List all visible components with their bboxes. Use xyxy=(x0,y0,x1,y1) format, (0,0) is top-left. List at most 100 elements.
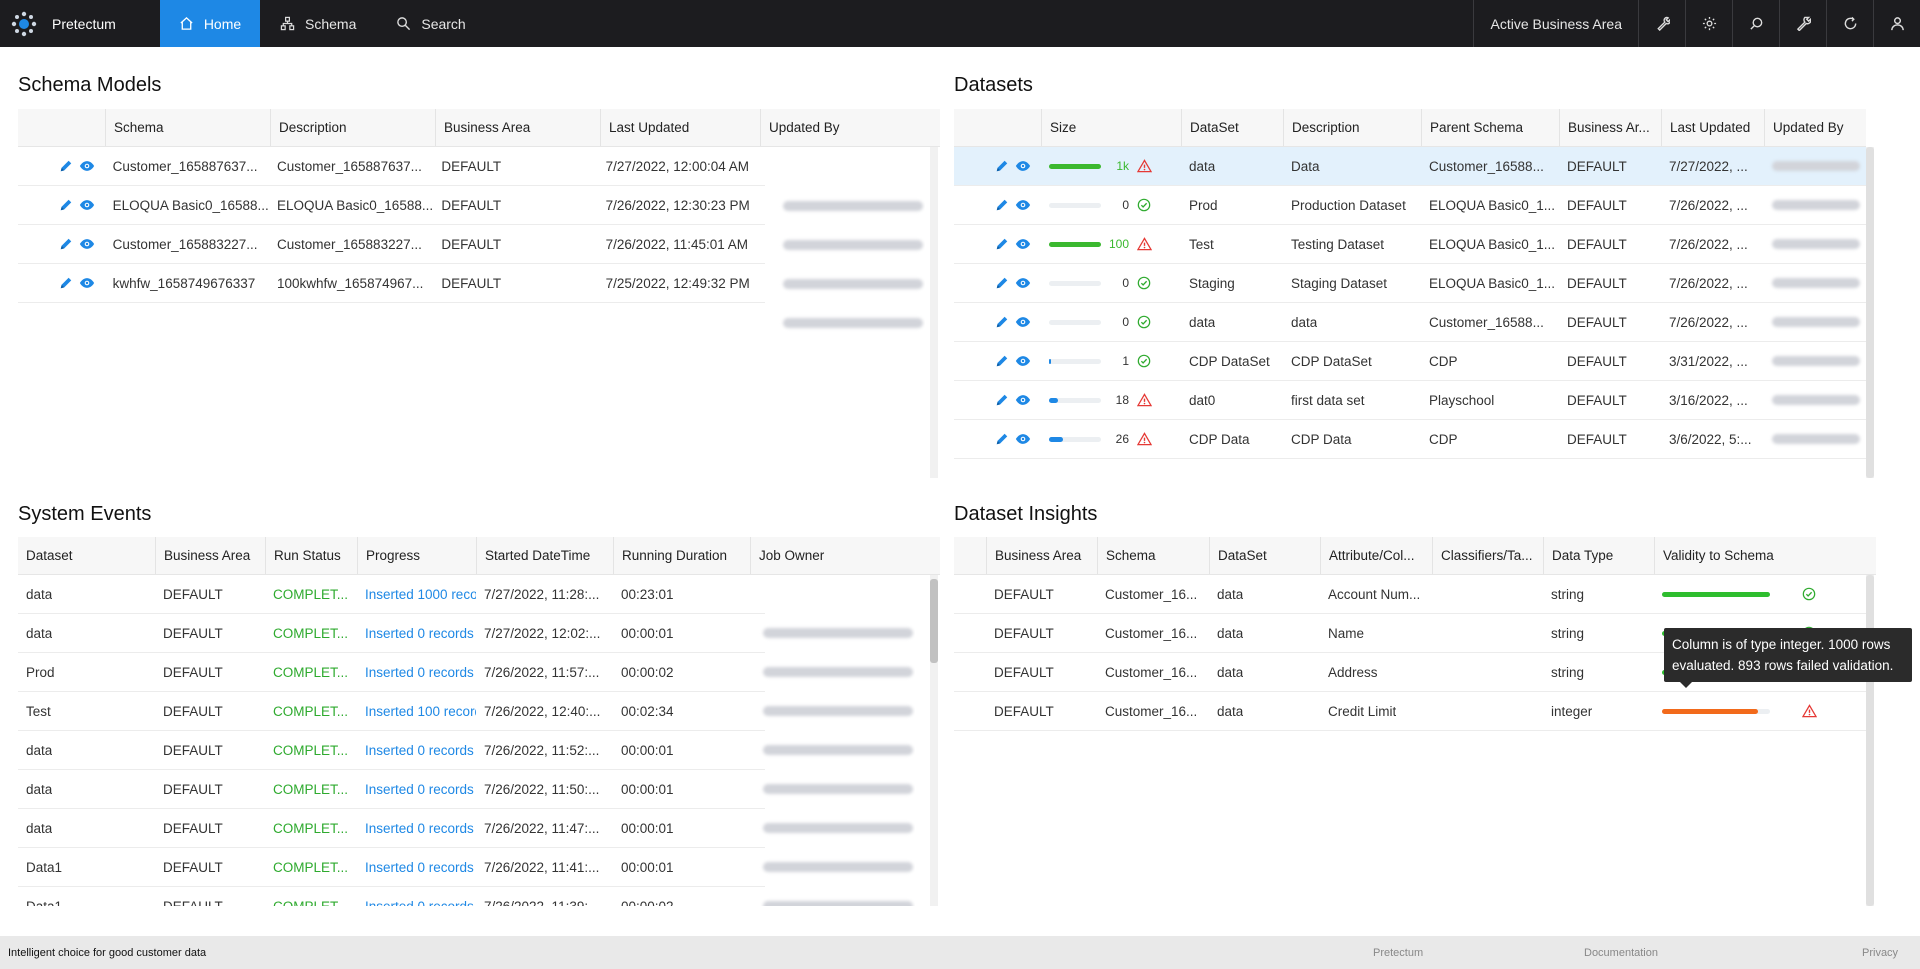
edit-pencil-icon[interactable] xyxy=(59,237,73,251)
col-running-duration[interactable]: Running Duration xyxy=(613,537,750,574)
edit-pencil-icon[interactable] xyxy=(995,159,1009,173)
table-row[interactable]: 100 Test Testing Dataset ELOQUA Basic0_1...… xyxy=(954,225,1866,264)
footer-link-privacy[interactable]: Privacy xyxy=(1862,947,1898,959)
table-row[interactable]: data DEFAULT COMPLET... Inserted 1000 recor… xyxy=(18,575,765,614)
table-row[interactable]: DEFAULT Customer_16... data Account Num... s… xyxy=(954,575,1866,614)
table-row[interactable]: 0 Staging Staging Dataset ELOQUA Basic0_1..… xyxy=(954,264,1866,303)
datasets-scrollbar[interactable] xyxy=(1866,147,1874,478)
view-eye-icon[interactable] xyxy=(1015,159,1031,173)
progress-cell[interactable]: Inserted 0 records xyxy=(357,848,476,886)
wrench-button[interactable] xyxy=(1638,0,1685,47)
table-row[interactable]: Data1 DEFAULT COMPLET... Inserted 0 records… xyxy=(18,887,765,907)
edit-pencil-icon[interactable] xyxy=(995,315,1009,329)
col-business-area[interactable]: Business Area xyxy=(435,109,600,146)
view-eye-icon[interactable] xyxy=(1015,393,1031,407)
col-dataset[interactable]: Dataset xyxy=(18,537,155,574)
system-events-scrollbar[interactable] xyxy=(930,575,938,906)
table-row[interactable]: Customer_165883227... Customer_165883227.… xyxy=(18,225,765,264)
table-row[interactable]: data DEFAULT COMPLET... Inserted 0 records 7… xyxy=(18,770,765,809)
col-dataset[interactable]: DataSet xyxy=(1209,537,1320,574)
edit-pencil-icon[interactable] xyxy=(995,354,1009,368)
table-row[interactable]: ELOQUA Basic0_16588... ELOQUA Basic0_1658… xyxy=(18,186,765,225)
datasets-scroll-thumb[interactable] xyxy=(1866,147,1874,478)
nav-home[interactable]: Home xyxy=(160,0,260,47)
col-description[interactable]: Description xyxy=(1283,109,1421,146)
validity-cell[interactable] xyxy=(1654,575,1866,613)
table-row[interactable]: 18 dat0 first data set Playschool DEFAULT 3/1… xyxy=(954,381,1866,420)
dataset-insights-scroll-thumb[interactable] xyxy=(1866,575,1874,906)
table-row[interactable]: data DEFAULT COMPLET... Inserted 0 records 7… xyxy=(18,614,765,653)
view-eye-icon[interactable] xyxy=(79,198,95,212)
table-row[interactable]: 26 CDP Data CDP Data CDP DEFAULT 3/6/2022, 5:… xyxy=(954,420,1866,459)
progress-cell[interactable]: Inserted 100 records xyxy=(357,692,476,730)
table-row[interactable]: kwhfw_1658749676337 100kwhfw_165874967...… xyxy=(18,264,765,303)
magnify-button[interactable] xyxy=(1732,0,1779,47)
view-eye-icon[interactable] xyxy=(1015,315,1031,329)
refresh-button[interactable] xyxy=(1826,0,1873,47)
view-eye-icon[interactable] xyxy=(79,237,95,251)
col-business-area[interactable]: Business Area xyxy=(155,537,265,574)
table-row[interactable]: data DEFAULT COMPLET... Inserted 0 records 7… xyxy=(18,809,765,848)
view-eye-icon[interactable] xyxy=(1015,354,1031,368)
view-eye-icon[interactable] xyxy=(1015,276,1031,290)
col-schema[interactable]: Schema xyxy=(1097,537,1209,574)
col-business-area[interactable]: Business Area xyxy=(986,537,1097,574)
progress-cell[interactable]: Inserted 0 records xyxy=(357,887,476,907)
col-parent-schema[interactable]: Parent Schema xyxy=(1421,109,1559,146)
table-row[interactable]: 1 CDP DataSet CDP DataSet CDP DEFAULT 3/31/20… xyxy=(954,342,1866,381)
col-business-area[interactable]: Business Ar... xyxy=(1559,109,1661,146)
col-last-updated[interactable]: Last Updated xyxy=(1661,109,1764,146)
progress-cell[interactable]: Inserted 0 records xyxy=(357,809,476,847)
col-job-owner[interactable]: Job Owner xyxy=(750,537,940,574)
col-updated-by[interactable]: Updated By xyxy=(1764,109,1866,146)
table-row[interactable]: Test DEFAULT COMPLET... Inserted 100 record… xyxy=(18,692,765,731)
table-row[interactable]: Prod DEFAULT COMPLET... Inserted 0 records 7… xyxy=(18,653,765,692)
col-classifiers[interactable]: Classifiers/Ta... xyxy=(1432,537,1543,574)
table-row[interactable]: Data1 DEFAULT COMPLET... Inserted 0 records… xyxy=(18,848,765,887)
brand[interactable]: Pretectum xyxy=(0,0,160,47)
edit-pencil-icon[interactable] xyxy=(995,432,1009,446)
col-progress[interactable]: Progress xyxy=(357,537,476,574)
col-validity[interactable]: Validity to Schema xyxy=(1654,537,1876,574)
view-eye-icon[interactable] xyxy=(1015,198,1031,212)
validity-bar[interactable] xyxy=(1662,591,1770,597)
view-eye-icon[interactable] xyxy=(1015,432,1031,446)
footer-link-pretectum[interactable]: Pretectum xyxy=(1373,947,1423,959)
table-row[interactable]: DEFAULT Customer_16... data Credit Limit int… xyxy=(954,692,1866,731)
progress-cell[interactable]: Inserted 0 records xyxy=(357,653,476,691)
table-row[interactable]: 0 data data Customer_16588... DEFAULT 7/26/20… xyxy=(954,303,1866,342)
progress-cell[interactable]: Inserted 0 records xyxy=(357,731,476,769)
validity-cell[interactable] xyxy=(1654,692,1866,730)
edit-pencil-icon[interactable] xyxy=(995,198,1009,212)
edit-pencil-icon[interactable] xyxy=(59,159,73,173)
view-eye-icon[interactable] xyxy=(79,159,95,173)
edit-pencil-icon[interactable] xyxy=(59,276,73,290)
nav-search[interactable]: Search xyxy=(376,0,485,47)
col-updated-by[interactable]: Updated By xyxy=(760,109,940,146)
edit-pencil-icon[interactable] xyxy=(59,198,73,212)
footer-link-documentation[interactable]: Documentation xyxy=(1584,947,1658,959)
col-last-updated[interactable]: Last Updated xyxy=(600,109,760,146)
col-dataset[interactable]: DataSet xyxy=(1181,109,1283,146)
col-size[interactable]: Size xyxy=(1041,109,1181,146)
tools-button[interactable] xyxy=(1779,0,1826,47)
col-data-type[interactable]: Data Type xyxy=(1543,537,1654,574)
dataset-insights-scrollbar[interactable] xyxy=(1866,575,1874,906)
progress-cell[interactable]: Inserted 1000 records xyxy=(357,575,476,613)
view-eye-icon[interactable] xyxy=(79,276,95,290)
col-started-datetime[interactable]: Started DateTime xyxy=(476,537,613,574)
edit-pencil-icon[interactable] xyxy=(995,237,1009,251)
table-row[interactable]: 0 Prod Production Dataset ELOQUA Basic0_1..… xyxy=(954,186,1866,225)
col-run-status[interactable]: Run Status xyxy=(265,537,357,574)
active-business-area-button[interactable]: Active Business Area xyxy=(1473,0,1638,47)
settings-button[interactable] xyxy=(1685,0,1732,47)
edit-pencil-icon[interactable] xyxy=(995,276,1009,290)
nav-schema[interactable]: Schema xyxy=(260,0,376,47)
progress-cell[interactable]: Inserted 0 records xyxy=(357,770,476,808)
table-row[interactable]: 1k data Data Customer_16588... DEFAULT 7/27/2… xyxy=(954,147,1866,186)
validity-bar[interactable] xyxy=(1662,708,1770,714)
col-schema[interactable]: Schema xyxy=(105,109,270,146)
system-events-scroll-thumb[interactable] xyxy=(930,579,938,663)
col-attribute[interactable]: Attribute/Col... xyxy=(1320,537,1432,574)
schema-models-scrollbar[interactable] xyxy=(930,147,938,478)
